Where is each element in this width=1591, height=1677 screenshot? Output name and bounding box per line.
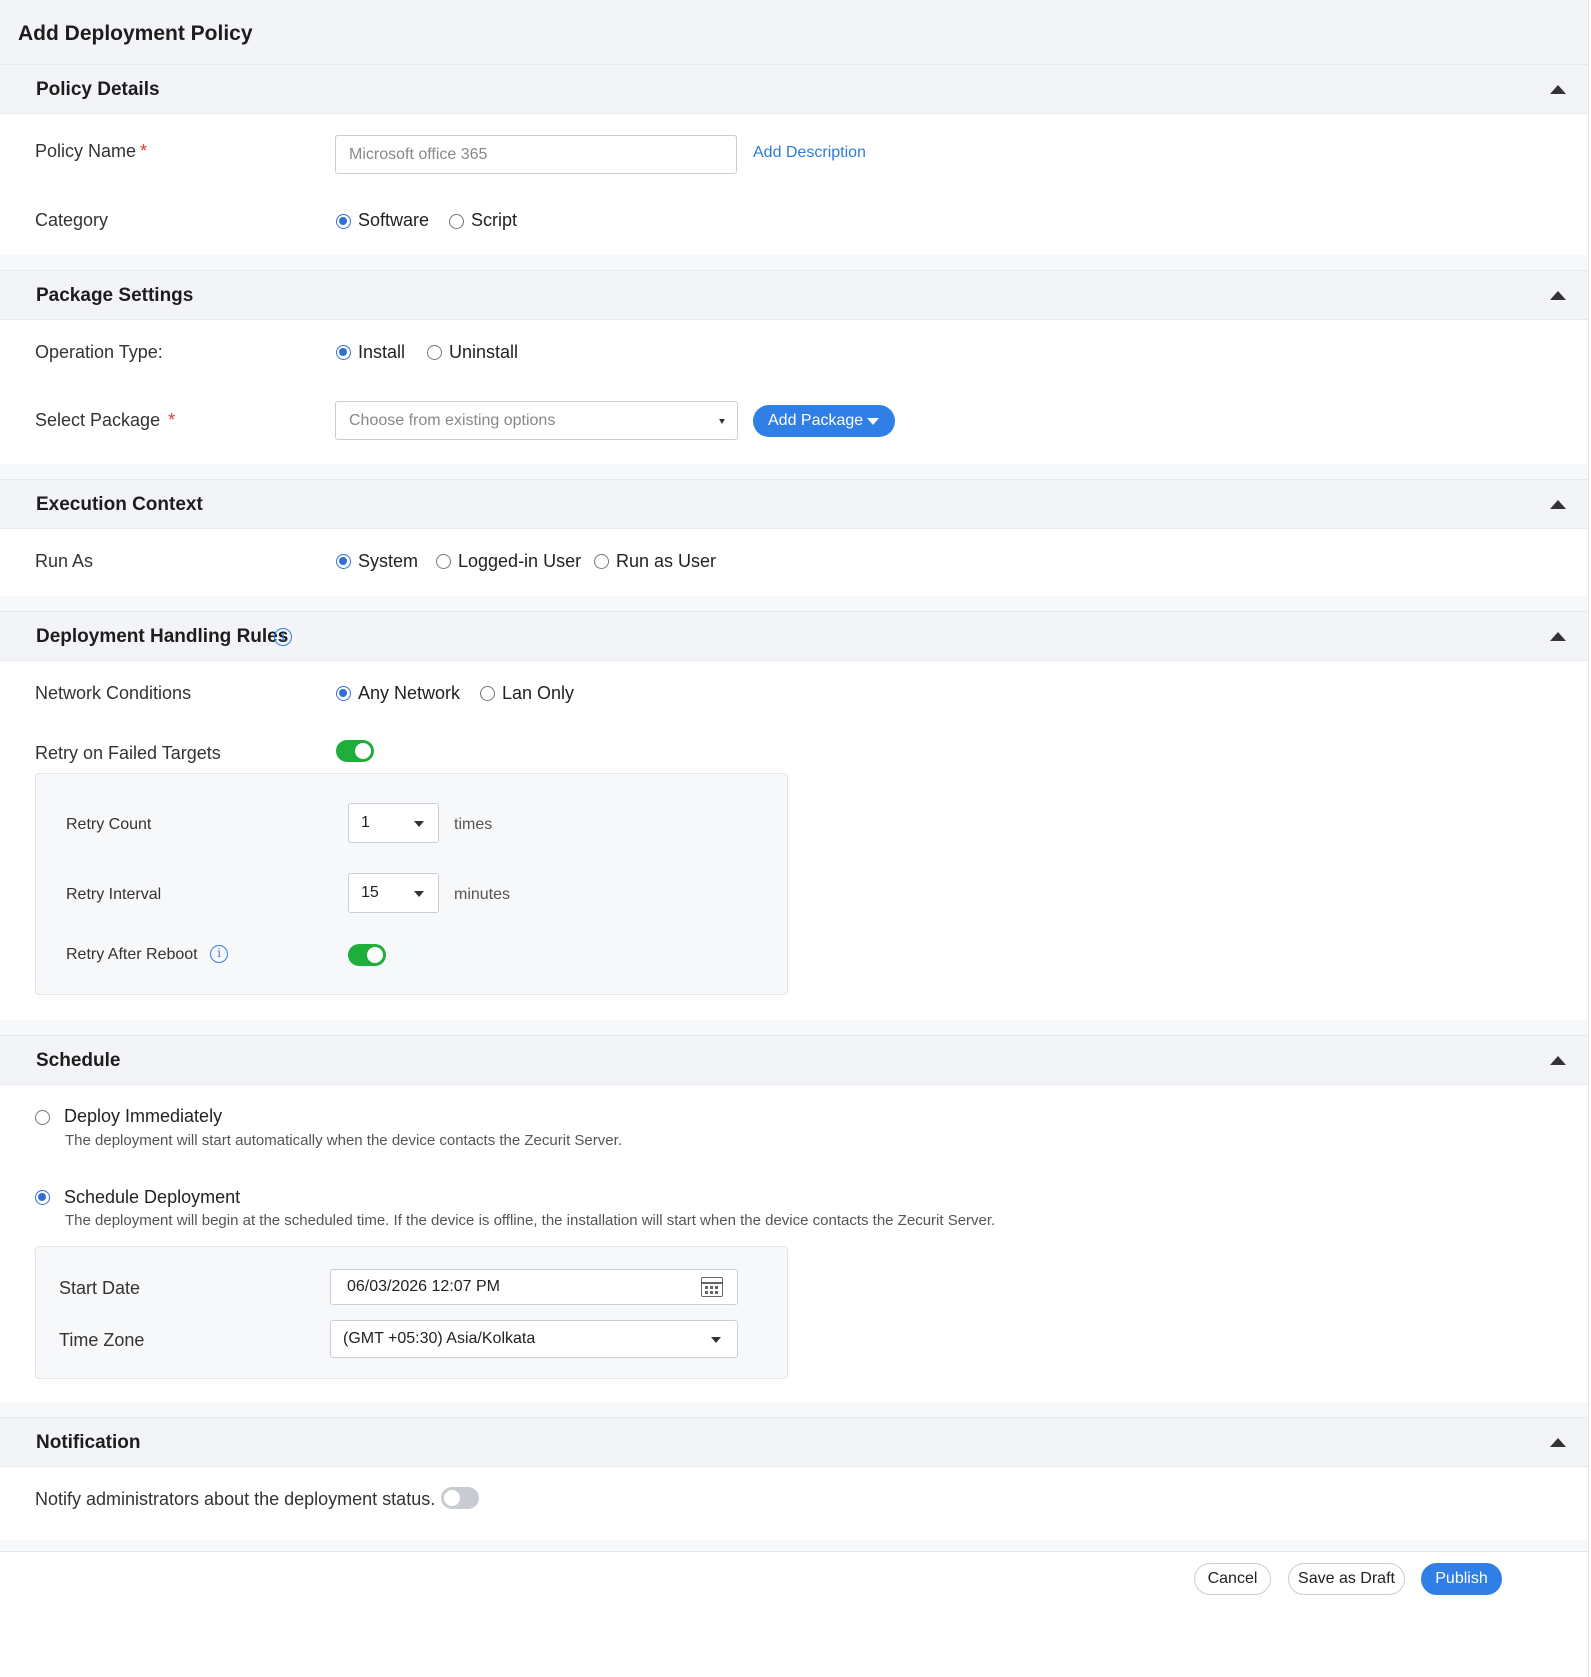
section-title: Package Settings: [36, 285, 194, 306]
time-zone-value: (GMT +05:30) Asia/Kolkata: [343, 1330, 536, 1347]
schedule-settings-panel: Start Date 06/03/2026 12:07 PM Time Zone…: [35, 1246, 788, 1379]
section-header-notification[interactable]: Notification: [0, 1417, 1588, 1467]
chevron-down-icon: [719, 419, 725, 424]
required-mark: *: [168, 410, 176, 430]
retry-failed-toggle[interactable]: [336, 740, 374, 762]
collapse-caret-icon[interactable]: [1550, 1438, 1566, 1447]
add-package-button[interactable]: Add Package: [753, 405, 895, 437]
run-as-system-radio[interactable]: [336, 554, 351, 569]
run-as-user-label[interactable]: Run as User: [616, 551, 716, 572]
policy-name-input[interactable]: Microsoft office 365: [335, 135, 737, 174]
collapse-caret-icon[interactable]: [1550, 291, 1566, 300]
select-package-label: Select Package *: [35, 410, 176, 430]
section-header-deployment-rules[interactable]: Deployment Handling Rules i: [0, 611, 1588, 661]
retry-interval-select[interactable]: 15: [348, 873, 439, 913]
section-gap: [0, 255, 1588, 271]
operation-uninstall-radio[interactable]: [427, 345, 442, 360]
section-header-schedule[interactable]: Schedule: [0, 1035, 1588, 1085]
page-header: Add Deployment Policy: [0, 0, 1588, 66]
category-software-radio[interactable]: [336, 214, 351, 229]
notify-toggle[interactable]: [441, 1487, 479, 1509]
select-package-placeholder: Choose from existing options: [349, 411, 556, 429]
section-title: Schedule: [36, 1050, 121, 1071]
retry-count-label: Retry Count: [66, 816, 152, 833]
category-software-label[interactable]: Software: [358, 210, 429, 231]
section-gap: [0, 1402, 1588, 1418]
schedule-deployment-radio[interactable]: [35, 1190, 50, 1205]
section-title: Execution Context: [36, 494, 203, 515]
select-package-dropdown[interactable]: Choose from existing options: [335, 401, 738, 440]
retry-interval-unit: minutes: [454, 886, 511, 903]
deploy-immediately-description: The deployment will start automatically …: [65, 1132, 622, 1149]
footer-divider: [0, 1540, 1588, 1552]
retry-after-reboot-label: Retry After Reboot: [66, 946, 198, 963]
retry-count-unit: times: [454, 816, 493, 833]
network-any-label[interactable]: Any Network: [358, 683, 460, 704]
run-as-system-label[interactable]: System: [358, 551, 418, 572]
run-as-logged-in-radio[interactable]: [436, 554, 451, 569]
right-border: [1588, 0, 1589, 1677]
collapse-caret-icon[interactable]: [1550, 85, 1566, 94]
deploy-immediately-radio[interactable]: [35, 1110, 50, 1125]
retry-count-value: 1: [361, 814, 370, 831]
category-script-radio[interactable]: [449, 214, 464, 229]
schedule-deployment-description: The deployment will begin at the schedul…: [65, 1212, 996, 1229]
cancel-button[interactable]: Cancel: [1194, 1563, 1271, 1595]
policy-name-label: Policy Name *: [35, 141, 148, 161]
run-as-user-radio[interactable]: [594, 554, 609, 569]
start-date-input[interactable]: 06/03/2026 12:07 PM: [330, 1269, 738, 1305]
info-icon[interactable]: i: [210, 945, 228, 963]
section-header-policy-details[interactable]: Policy Details: [0, 64, 1588, 114]
retry-interval-label: Retry Interval: [66, 886, 162, 903]
required-mark: *: [140, 141, 148, 161]
section-gap: [0, 1020, 1588, 1036]
collapse-caret-icon[interactable]: [1550, 632, 1566, 641]
operation-install-label[interactable]: Install: [358, 342, 405, 363]
chevron-down-icon[interactable]: [867, 418, 879, 425]
category-script-label[interactable]: Script: [471, 210, 517, 231]
retry-failed-label: Retry on Failed Targets: [35, 743, 221, 763]
section-title: Notification: [36, 1432, 141, 1453]
chevron-down-icon: [414, 821, 424, 827]
publish-button[interactable]: Publish: [1421, 1563, 1502, 1595]
retry-settings-panel: Retry Count 1 times Retry Interval 15 mi…: [35, 773, 788, 995]
collapse-caret-icon[interactable]: [1550, 1056, 1566, 1065]
retry-count-select[interactable]: 1: [348, 803, 439, 843]
section-header-execution-context[interactable]: Execution Context: [0, 479, 1588, 529]
network-lan-label[interactable]: Lan Only: [502, 683, 574, 704]
notify-label: Notify administrators about the deployme…: [35, 1489, 436, 1509]
save-draft-button[interactable]: Save as Draft: [1288, 1563, 1405, 1595]
section-title: Deployment Handling Rules: [36, 626, 289, 647]
add-description-link[interactable]: Add Description: [753, 144, 866, 162]
run-as-label: Run As: [35, 551, 94, 571]
run-as-logged-in-label[interactable]: Logged-in User: [458, 551, 581, 572]
network-lan-radio[interactable]: [480, 686, 495, 701]
collapse-caret-icon[interactable]: [1550, 500, 1566, 509]
chevron-down-icon: [414, 891, 424, 897]
start-date-label: Start Date: [59, 1278, 141, 1298]
retry-interval-value: 15: [361, 884, 379, 901]
operation-uninstall-label[interactable]: Uninstall: [449, 342, 518, 363]
section-gap: [0, 464, 1588, 480]
section-header-package-settings[interactable]: Package Settings: [0, 270, 1588, 320]
network-any-radio[interactable]: [336, 686, 351, 701]
info-icon[interactable]: i: [274, 628, 292, 646]
operation-type-label: Operation Type:: [35, 342, 163, 362]
calendar-icon[interactable]: [701, 1277, 723, 1297]
start-date-value: 06/03/2026 12:07 PM: [347, 1278, 501, 1295]
section-title: Policy Details: [36, 79, 160, 100]
add-package-label: Add Package: [768, 412, 864, 429]
schedule-deployment-label[interactable]: Schedule Deployment: [64, 1187, 240, 1208]
deployment-policy-form: Add Deployment Policy Policy Details Pol…: [0, 0, 1591, 1677]
operation-install-radio[interactable]: [336, 345, 351, 360]
retry-after-reboot-toggle[interactable]: [348, 944, 386, 966]
time-zone-label: Time Zone: [59, 1330, 145, 1350]
section-gap: [0, 596, 1588, 612]
network-conditions-label: Network Conditions: [35, 683, 192, 703]
time-zone-select[interactable]: (GMT +05:30) Asia/Kolkata: [330, 1320, 738, 1358]
chevron-down-icon: [711, 1337, 721, 1343]
category-label: Category: [35, 210, 109, 230]
deploy-immediately-label[interactable]: Deploy Immediately: [64, 1106, 222, 1127]
page-title: Add Deployment Policy: [18, 22, 253, 45]
